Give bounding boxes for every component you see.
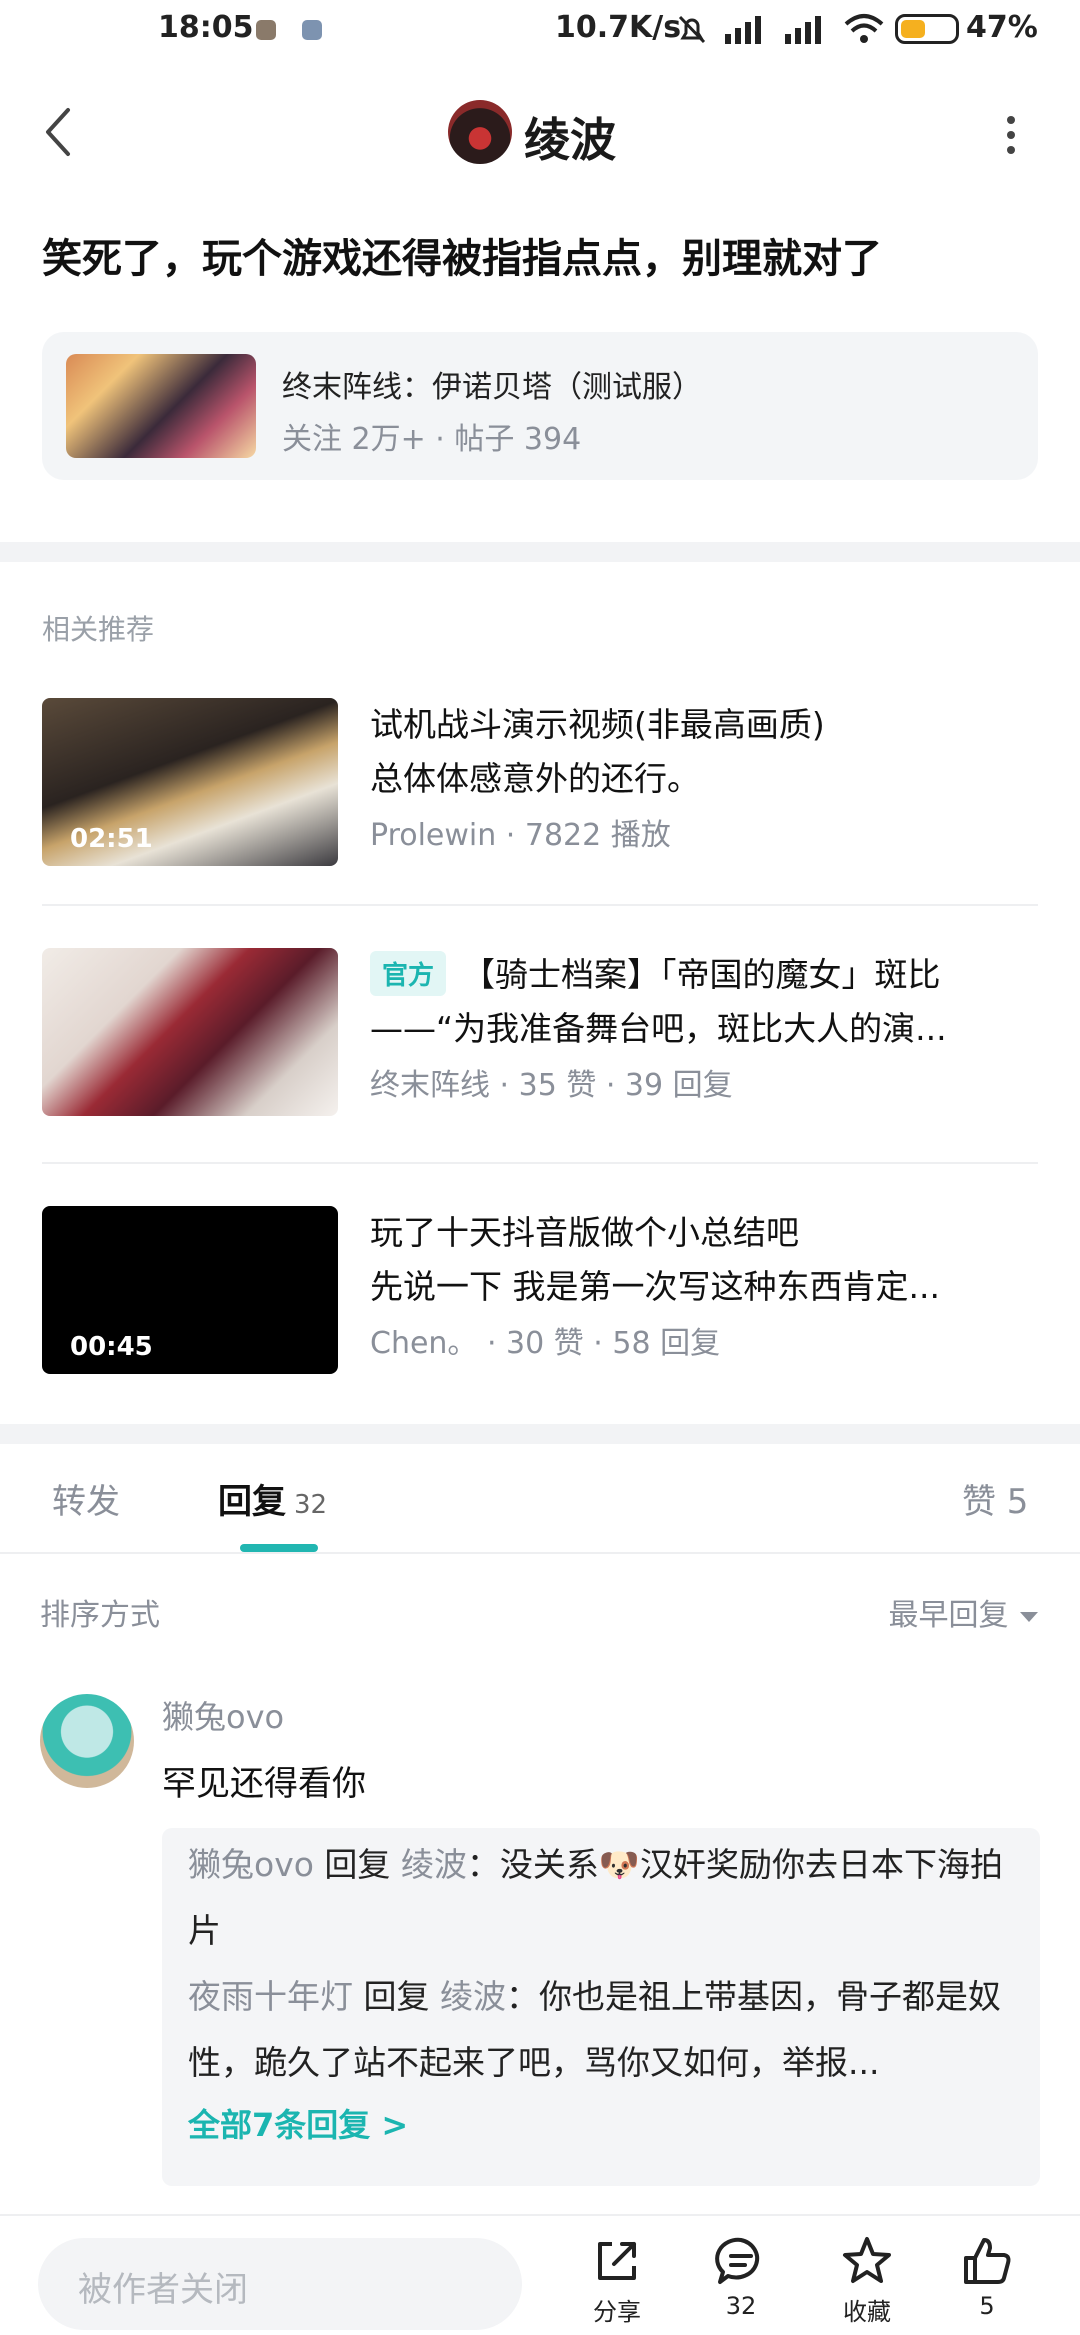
author-name[interactable]: 绫波 [524, 104, 616, 170]
bottom-action-bar: 被作者关闭 分享 32 收藏 5 [0, 2214, 1080, 2335]
commenter-avatar[interactable] [40, 1694, 134, 1788]
post-thumbnail [42, 948, 338, 1116]
forum-name: 终末阵线：伊诺贝塔（测试服） [282, 370, 702, 405]
recommend-meta: 终末阵线 · 35 赞 · 39 回复 [370, 1068, 733, 1103]
recommend-summary: ——“为我准备舞台吧，斑比大人的演... [370, 1009, 947, 1048]
share-label: 分享 [593, 2298, 641, 2326]
recommend-item[interactable]: 00:45 玩了十天抖音版做个小总结吧 先说一下 我是第一次写这种东西肯定...… [42, 1206, 1038, 1376]
share-icon [598, 2242, 636, 2280]
tab-reply-label: 回复 [218, 1482, 286, 1522]
chevron-down-icon [1020, 1611, 1038, 1622]
app-notification-icon [302, 20, 322, 40]
back-arrow-icon[interactable] [36, 102, 86, 162]
favorite-label: 收藏 [843, 2298, 891, 2326]
reply-to[interactable]: 绫波 [440, 1977, 506, 2016]
recommend-meta: Chen。 · 30 赞 · 58 回复 [370, 1326, 721, 1361]
reply-input[interactable]: 被作者关闭 [38, 2238, 522, 2330]
star-icon [843, 2237, 891, 2283]
reply-item: 獭兔ovo 回复 绫波：没关系🐶汉奸奖励你去日本下海拍片 [188, 1832, 1018, 1964]
sort-row: 排序方式 最早回复 [40, 1590, 1040, 1633]
section-divider [0, 1424, 1080, 1444]
forum-thumbnail [66, 354, 256, 458]
comment-icon [715, 2237, 760, 2284]
status-bar: 18:05 10.7K/s 47% [0, 0, 1080, 64]
status-icons [675, 12, 885, 46]
top-nav: 绫波 [0, 80, 1080, 184]
wifi-icon [844, 14, 884, 43]
tab-like[interactable]: 赞 5 [962, 1474, 1028, 1523]
video-thumbnail: 00:45 [42, 1206, 338, 1374]
network-speed: 10.7K/s [555, 10, 682, 45]
signal-icon [725, 16, 761, 44]
comment-tabs: 转发 回复 32 赞 5 [0, 1444, 1080, 1554]
tab-forward[interactable]: 转发 [52, 1474, 120, 1523]
forum-card[interactable]: 终末阵线：伊诺贝塔（测试服） 关注 2万+ · 帖子 394 [42, 332, 1038, 480]
author-avatar[interactable] [448, 100, 512, 164]
sort-label: 排序方式 [40, 1598, 160, 1633]
status-time: 18:05 [158, 10, 254, 45]
sort-value: 最早回复 [888, 1598, 1009, 1633]
recommend-summary: 总体体感意外的还行。 [370, 759, 700, 798]
tab-reply[interactable]: 回复 32 [218, 1474, 327, 1523]
thumbs-up-icon [964, 2238, 1011, 2284]
section-divider [0, 542, 1080, 562]
forum-stats: 关注 2万+ · 帖子 394 [282, 422, 582, 457]
sort-select[interactable]: 最早回复 [888, 1590, 1040, 1634]
comment-text: 罕见还得看你 [162, 1764, 366, 1804]
like-button[interactable]: 5 [942, 2234, 1032, 2334]
recommend-title: 试机战斗演示视频(非最高画质) [370, 705, 825, 744]
reply-verb: 回复 [324, 1845, 391, 1884]
all-replies-link[interactable]: 全部7条回复 > [188, 2100, 408, 2146]
tab-indicator [240, 1544, 318, 1552]
list-divider [42, 1162, 1038, 1164]
official-badge: 官方 [370, 951, 447, 996]
recommend-item[interactable]: 官方 【骑士档案】「帝国的魔女」斑比 ——“为我准备舞台吧，斑比大人的演... 终… [42, 948, 1038, 1118]
reply-from[interactable]: 獭兔ovo [188, 1845, 314, 1884]
recommend-item[interactable]: 02:51 试机战斗演示视频(非最高画质) 总体体感意外的还行。 Prolewi… [42, 698, 1038, 868]
comment-button[interactable]: 32 [696, 2234, 786, 2334]
recommend-title: 玩了十天抖音版做个小总结吧 [370, 1213, 799, 1252]
battery-icon [895, 14, 959, 44]
recommend-summary: 先说一下 我是第一次写这种东西肯定... [370, 1267, 940, 1306]
video-thumbnail: 02:51 [42, 698, 338, 866]
tab-reply-count: 32 [294, 1490, 328, 1520]
post-title: 笑死了，玩个游戏还得被指指点点，别理就对了 [42, 236, 882, 282]
reply-from[interactable]: 夜雨十年灯 [188, 1977, 353, 2016]
recommend-title-text: 【骑士档案】「帝国的魔女」斑比 [462, 955, 941, 994]
comment-count: 32 [725, 2292, 757, 2320]
reply-to[interactable]: 绫波 [401, 1845, 467, 1884]
reply-verb: 回复 [363, 1977, 430, 2016]
app-notification-icon [256, 20, 276, 40]
like-count: 5 [979, 2292, 995, 2320]
reply-item: 夜雨十年灯 回复 绫波：你也是祖上带基因，骨子都是奴性，跪久了站不起来了吧，骂你… [188, 1964, 1018, 2096]
signal-icon [785, 16, 821, 44]
video-duration: 02:51 [70, 824, 153, 854]
favorite-button[interactable]: 收藏 [822, 2234, 912, 2334]
reply-thread[interactable]: 獭兔ovo 回复 绫波：没关系🐶汉奸奖励你去日本下海拍片 夜雨十年灯 回复 绫波… [162, 1828, 1040, 2186]
battery-percent: 47% [966, 10, 1038, 45]
recommend-label: 相关推荐 [42, 613, 155, 646]
more-vertical-icon[interactable] [996, 110, 1026, 160]
recommend-title: 官方 【骑士档案】「帝国的魔女」斑比 [370, 948, 941, 996]
recommend-meta: Prolewin · 7822 播放 [370, 818, 671, 853]
video-duration: 00:45 [70, 1332, 153, 1362]
share-button[interactable]: 分享 [572, 2234, 662, 2334]
notification-off-icon [678, 15, 706, 44]
commenter-name[interactable]: 獭兔ovo [162, 1692, 284, 1738]
list-divider [42, 904, 1038, 906]
